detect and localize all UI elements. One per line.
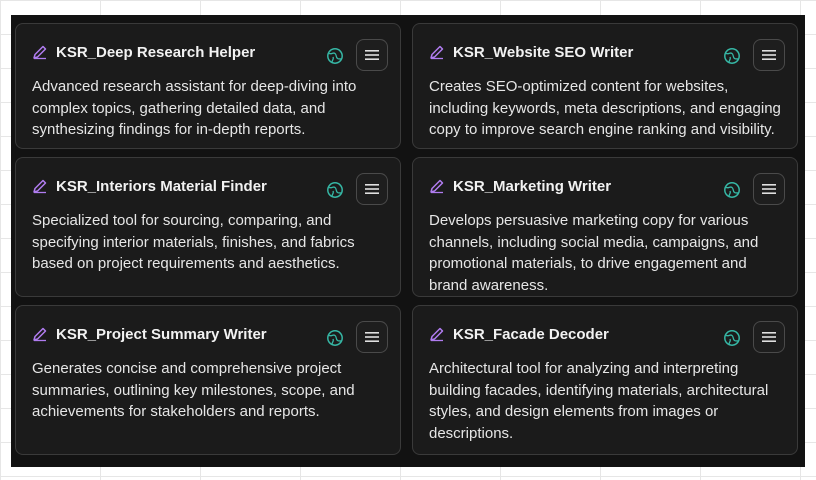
card-description: Architectural tool for analyzing and int… [429, 360, 769, 442]
pencil-icon[interactable] [32, 44, 48, 60]
hamburger-menu-icon [762, 184, 776, 194]
globe-icon [326, 181, 344, 199]
card-title: KSR_Website SEO Writer [453, 43, 634, 61]
globe-icon [723, 181, 741, 199]
pencil-icon[interactable] [429, 326, 445, 342]
card-title: KSR_Interiors Material Finder [56, 177, 267, 195]
globe-icon [723, 47, 741, 65]
card-menu-button[interactable] [356, 173, 388, 205]
pencil-icon[interactable] [32, 178, 48, 194]
gpt-card-website-seo-writer[interactable]: KSR_Website SEO Writer Creates SEO-optim… [412, 23, 798, 149]
pencil-icon[interactable] [32, 326, 48, 342]
card-menu-button[interactable] [753, 39, 785, 71]
hamburger-menu-icon [365, 332, 379, 342]
card-title: KSR_Deep Research Helper [56, 43, 256, 61]
card-description: Develops persuasive marketing copy for v… [429, 212, 759, 294]
hamburger-menu-icon [762, 50, 776, 60]
globe-icon [723, 329, 741, 347]
pencil-icon[interactable] [429, 44, 445, 60]
gpt-card-facade-decoder[interactable]: KSR_Facade Decoder Architectural tool fo… [412, 305, 798, 455]
hamburger-menu-icon [762, 332, 776, 342]
card-title: KSR_Facade Decoder [453, 325, 609, 343]
pencil-icon[interactable] [429, 178, 445, 194]
gpt-card-marketing-writer[interactable]: KSR_Marketing Writer Develops persuasive… [412, 157, 798, 297]
gpt-card-interiors-material-finder[interactable]: KSR_Interiors Material Finder Specialize… [15, 157, 401, 297]
card-description: Advanced research assistant for deep-div… [32, 78, 357, 138]
card-menu-button[interactable] [356, 321, 388, 353]
card-description: Specialized tool for sourcing, comparing… [32, 212, 355, 272]
card-menu-button[interactable] [356, 39, 388, 71]
card-title: KSR_Project Summary Writer [56, 325, 267, 343]
globe-icon [326, 329, 344, 347]
gpt-card-deep-research-helper[interactable]: KSR_Deep Research Helper Advanced resear… [15, 23, 401, 149]
gpt-card-grid: KSR_Deep Research Helper Advanced resear… [11, 15, 805, 467]
globe-icon [326, 47, 344, 65]
hamburger-menu-icon [365, 184, 379, 194]
card-title: KSR_Marketing Writer [453, 177, 612, 195]
gpt-card-project-summary-writer[interactable]: KSR_Project Summary Writer Generates con… [15, 305, 401, 455]
hamburger-menu-icon [365, 50, 379, 60]
card-description: Generates concise and comprehensive proj… [32, 360, 355, 420]
card-menu-button[interactable] [753, 173, 785, 205]
card-menu-button[interactable] [753, 321, 785, 353]
card-description: Creates SEO-optimized content for websit… [429, 78, 781, 138]
